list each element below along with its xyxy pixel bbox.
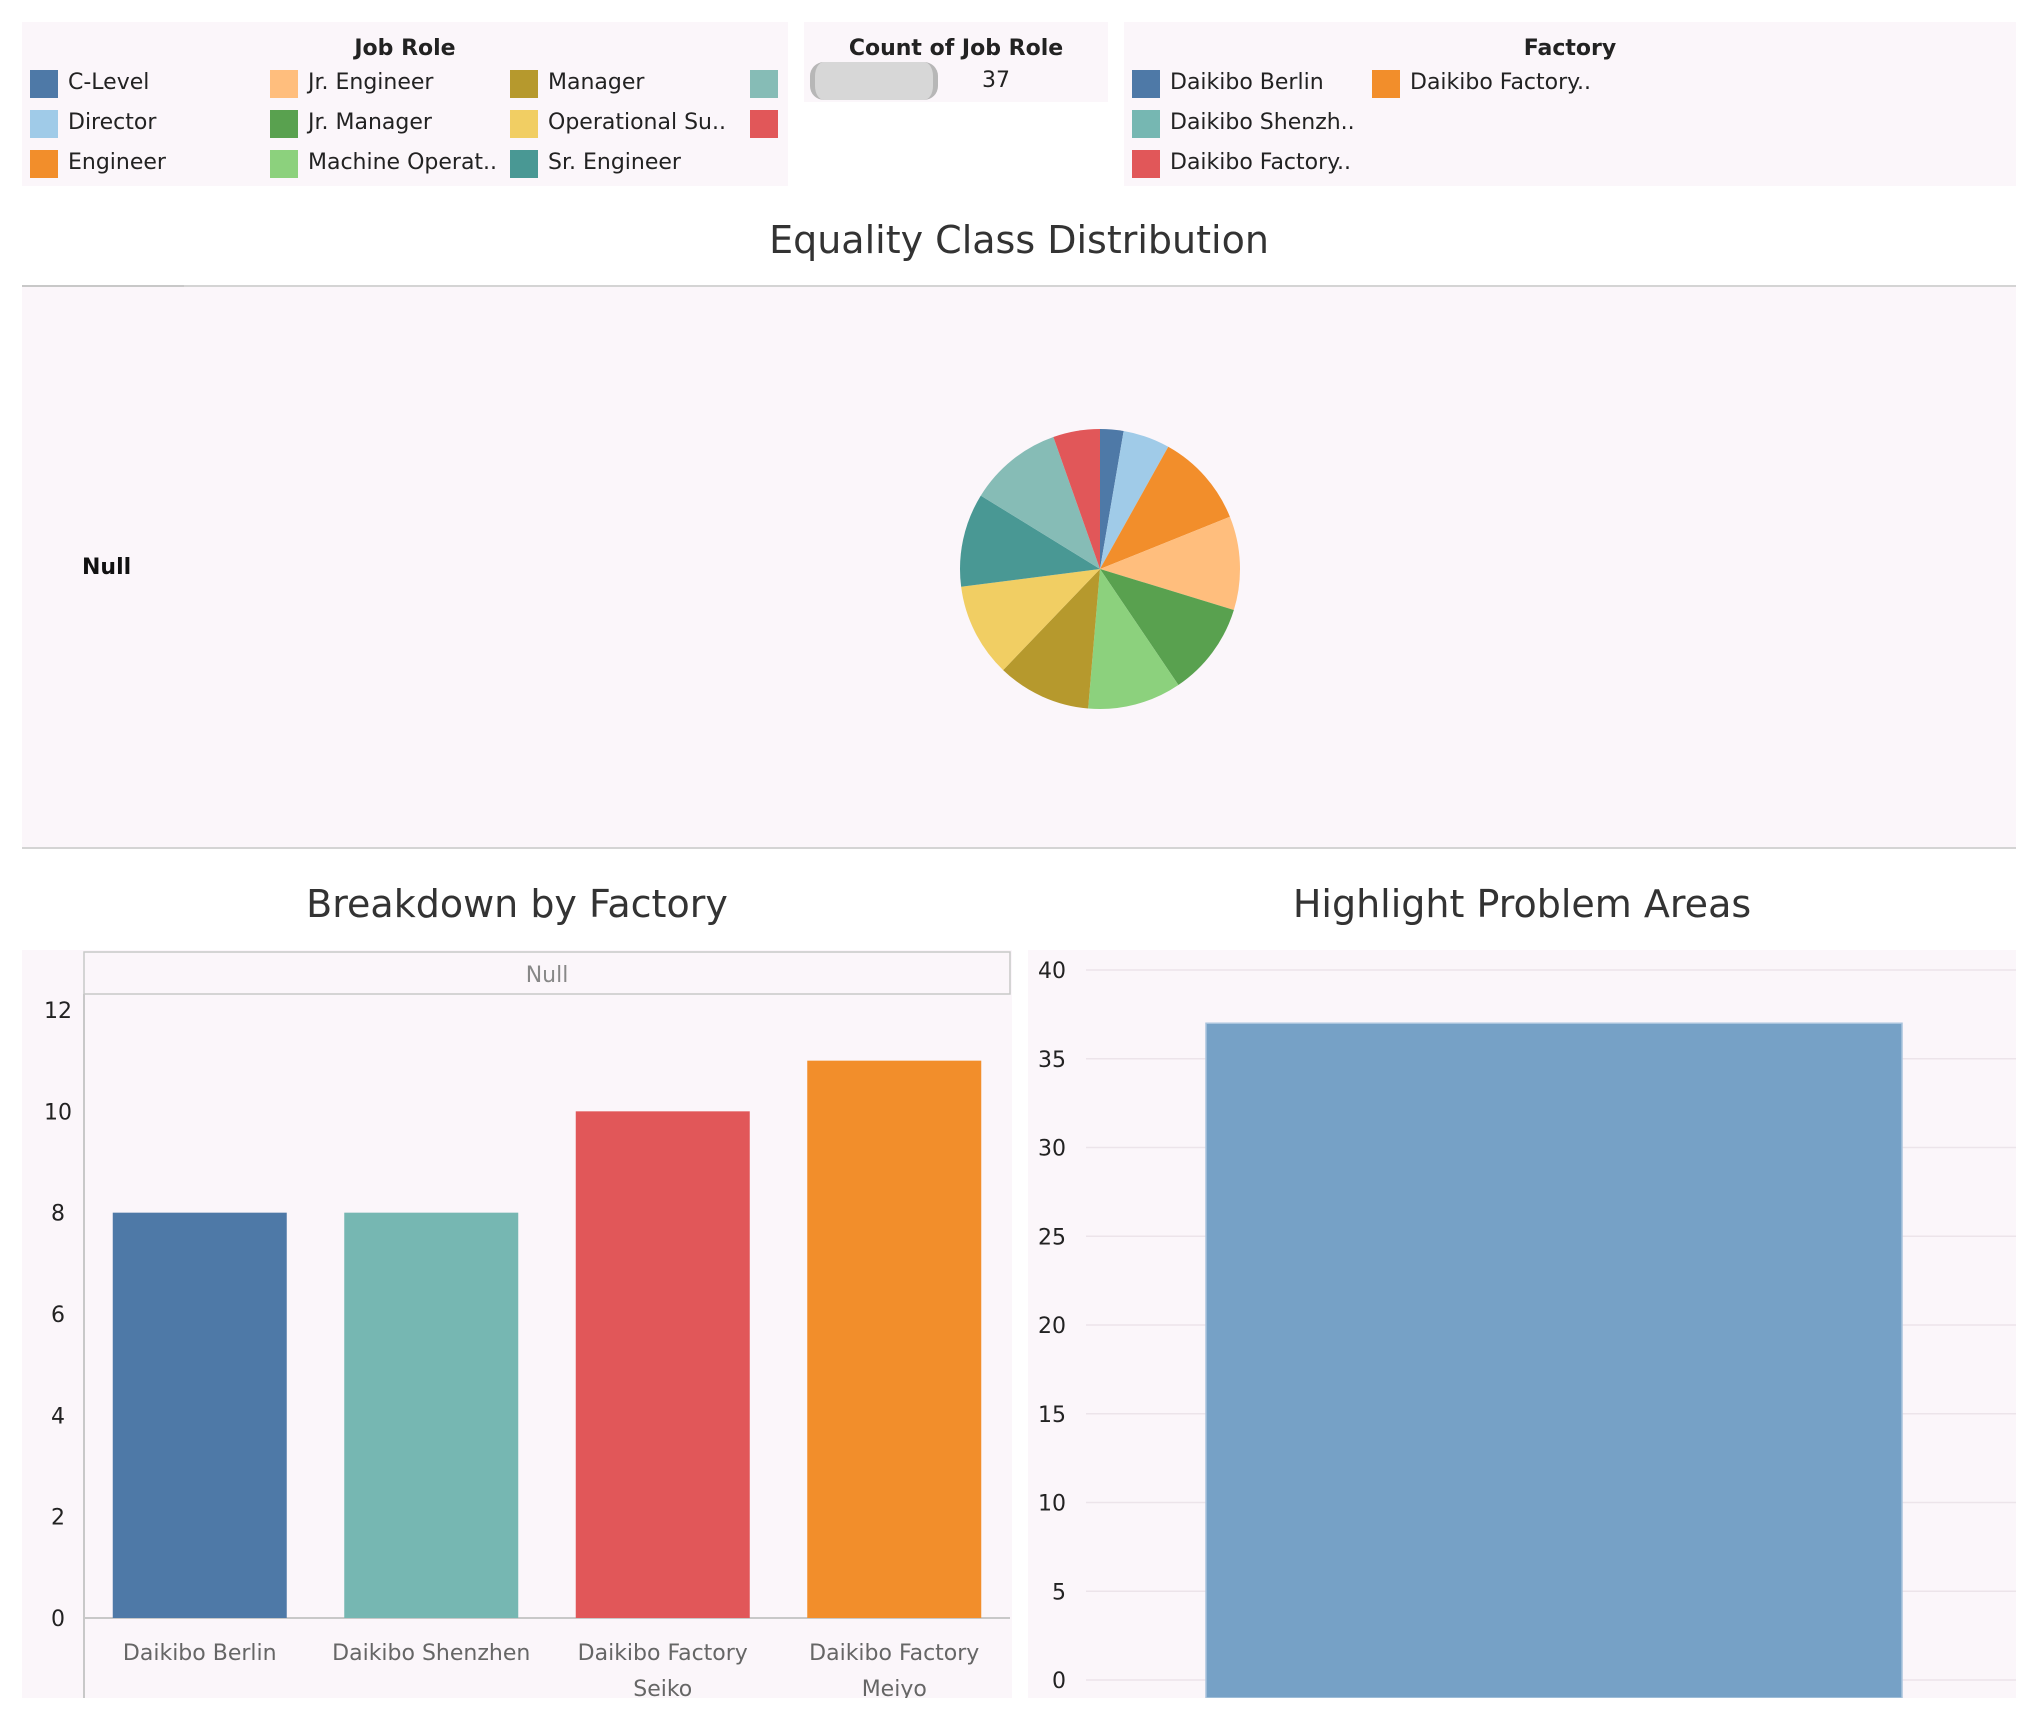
factory-bar-chart: Null 0 2 4 6 8 10 12 Daikibo Berlin Daikibo Shenz…: [22, 950, 1012, 1698]
legend-label: Engineer: [68, 150, 166, 175]
legend-label: Sr. Engineer: [548, 150, 681, 175]
legend-label: Daikibo Factory..: [1170, 150, 1352, 175]
y-tick-label: 0: [1052, 1669, 1066, 1694]
legend-swatch: [30, 150, 58, 178]
legend-label: Director: [68, 110, 157, 135]
legend-swatch: [510, 150, 538, 178]
legend-swatch: [1372, 70, 1400, 98]
y-tick-label: 10: [44, 1100, 72, 1125]
x-tick-label: Daikibo Berlin: [123, 1641, 277, 1666]
y-tick-label: 2: [51, 1506, 65, 1531]
bar[interactable]: [112, 1212, 287, 1618]
legend-swatch: [1132, 150, 1160, 178]
legend-label: Daikibo Shenzh..: [1170, 110, 1355, 135]
y-tick-label: 10: [1038, 1492, 1066, 1517]
bar[interactable]: [1205, 1022, 1903, 1698]
y-tick-label: 15: [1038, 1403, 1066, 1428]
job-role-legend: Job Role C-Level Director Engineer Jr. Engi…: [22, 22, 788, 186]
pie-chart: [959, 429, 1240, 709]
bar[interactable]: [807, 1060, 982, 1618]
factory-legend-title: Factory: [1523, 36, 1617, 61]
x-tick-label: Daikibo Factory: [809, 1641, 979, 1666]
legend-swatch: [30, 110, 58, 138]
legend-label: Jr. Manager: [308, 110, 432, 135]
y-tick-label: 12: [44, 999, 72, 1024]
count-filter-title: Count of Job Role: [848, 36, 1064, 61]
y-tick-label: 35: [1038, 1048, 1066, 1073]
x-tick-label: Daikibo Shenzhen: [332, 1641, 530, 1666]
y-tick-label: 40: [1038, 959, 1066, 984]
legend-swatch: [510, 70, 538, 98]
legend-swatch: [30, 70, 58, 98]
legend-swatch: [1132, 110, 1160, 138]
y-tick-label: 0: [51, 1607, 65, 1632]
y-tick-label: 25: [1038, 1225, 1066, 1250]
bar[interactable]: [344, 1212, 519, 1618]
pie-chart-title: Equality Class Distribution: [769, 218, 1269, 262]
legend-label: Manager: [548, 70, 645, 95]
x-tick-label: Meiyo: [862, 1677, 927, 1698]
count-range-slider[interactable]: [810, 62, 938, 100]
problem-areas-title: Highlight Problem Areas: [1292, 882, 1752, 926]
count-of-job-role-filter: Count of Job Role 37: [804, 22, 1108, 102]
y-tick-label: 20: [1038, 1314, 1066, 1339]
legend-swatch: [510, 110, 538, 138]
factory-legend: Factory Daikibo Berlin Daikibo Shenzh.. Da…: [1124, 22, 2016, 186]
pie-bottom-divider: [22, 847, 2016, 849]
x-tick-label: Daikibo Factory: [578, 1641, 748, 1666]
problem-areas-bar-chart: 0 5 10 15 20 25 30 35 40: [1028, 950, 2016, 1698]
y-tick-label: 5: [1052, 1580, 1066, 1605]
y-tick-label: 30: [1038, 1137, 1066, 1162]
y-tick-label: 4: [51, 1404, 65, 1429]
y-tick-label: 8: [51, 1202, 65, 1227]
legend-swatch: [750, 110, 778, 138]
legend-swatch: [270, 70, 298, 98]
legend-swatch: [1132, 70, 1160, 98]
legend-label: Jr. Engineer: [308, 70, 434, 95]
facet-header-label: Null: [526, 963, 569, 988]
job-role-legend-title: Job Role: [354, 36, 456, 61]
legend-swatch: [750, 70, 778, 98]
legend-label: Daikibo Berlin: [1170, 70, 1324, 95]
legend-label: C-Level: [68, 70, 150, 95]
bar[interactable]: [575, 1111, 750, 1618]
legend-label: Operational Su..: [548, 110, 726, 135]
legend-swatch: [270, 150, 298, 178]
legend-label: Daikibo Factory..: [1410, 70, 1592, 95]
x-tick-label: Seiko: [633, 1677, 692, 1698]
legend-swatch: [270, 110, 298, 138]
legend-label: Machine Operat..: [308, 150, 498, 175]
pie-chart-panel: Null: [22, 287, 2016, 847]
y-tick-label: 6: [51, 1303, 65, 1328]
count-filter-value: 37: [982, 68, 1010, 93]
factory-chart-title: Breakdown by Factory: [306, 882, 728, 926]
